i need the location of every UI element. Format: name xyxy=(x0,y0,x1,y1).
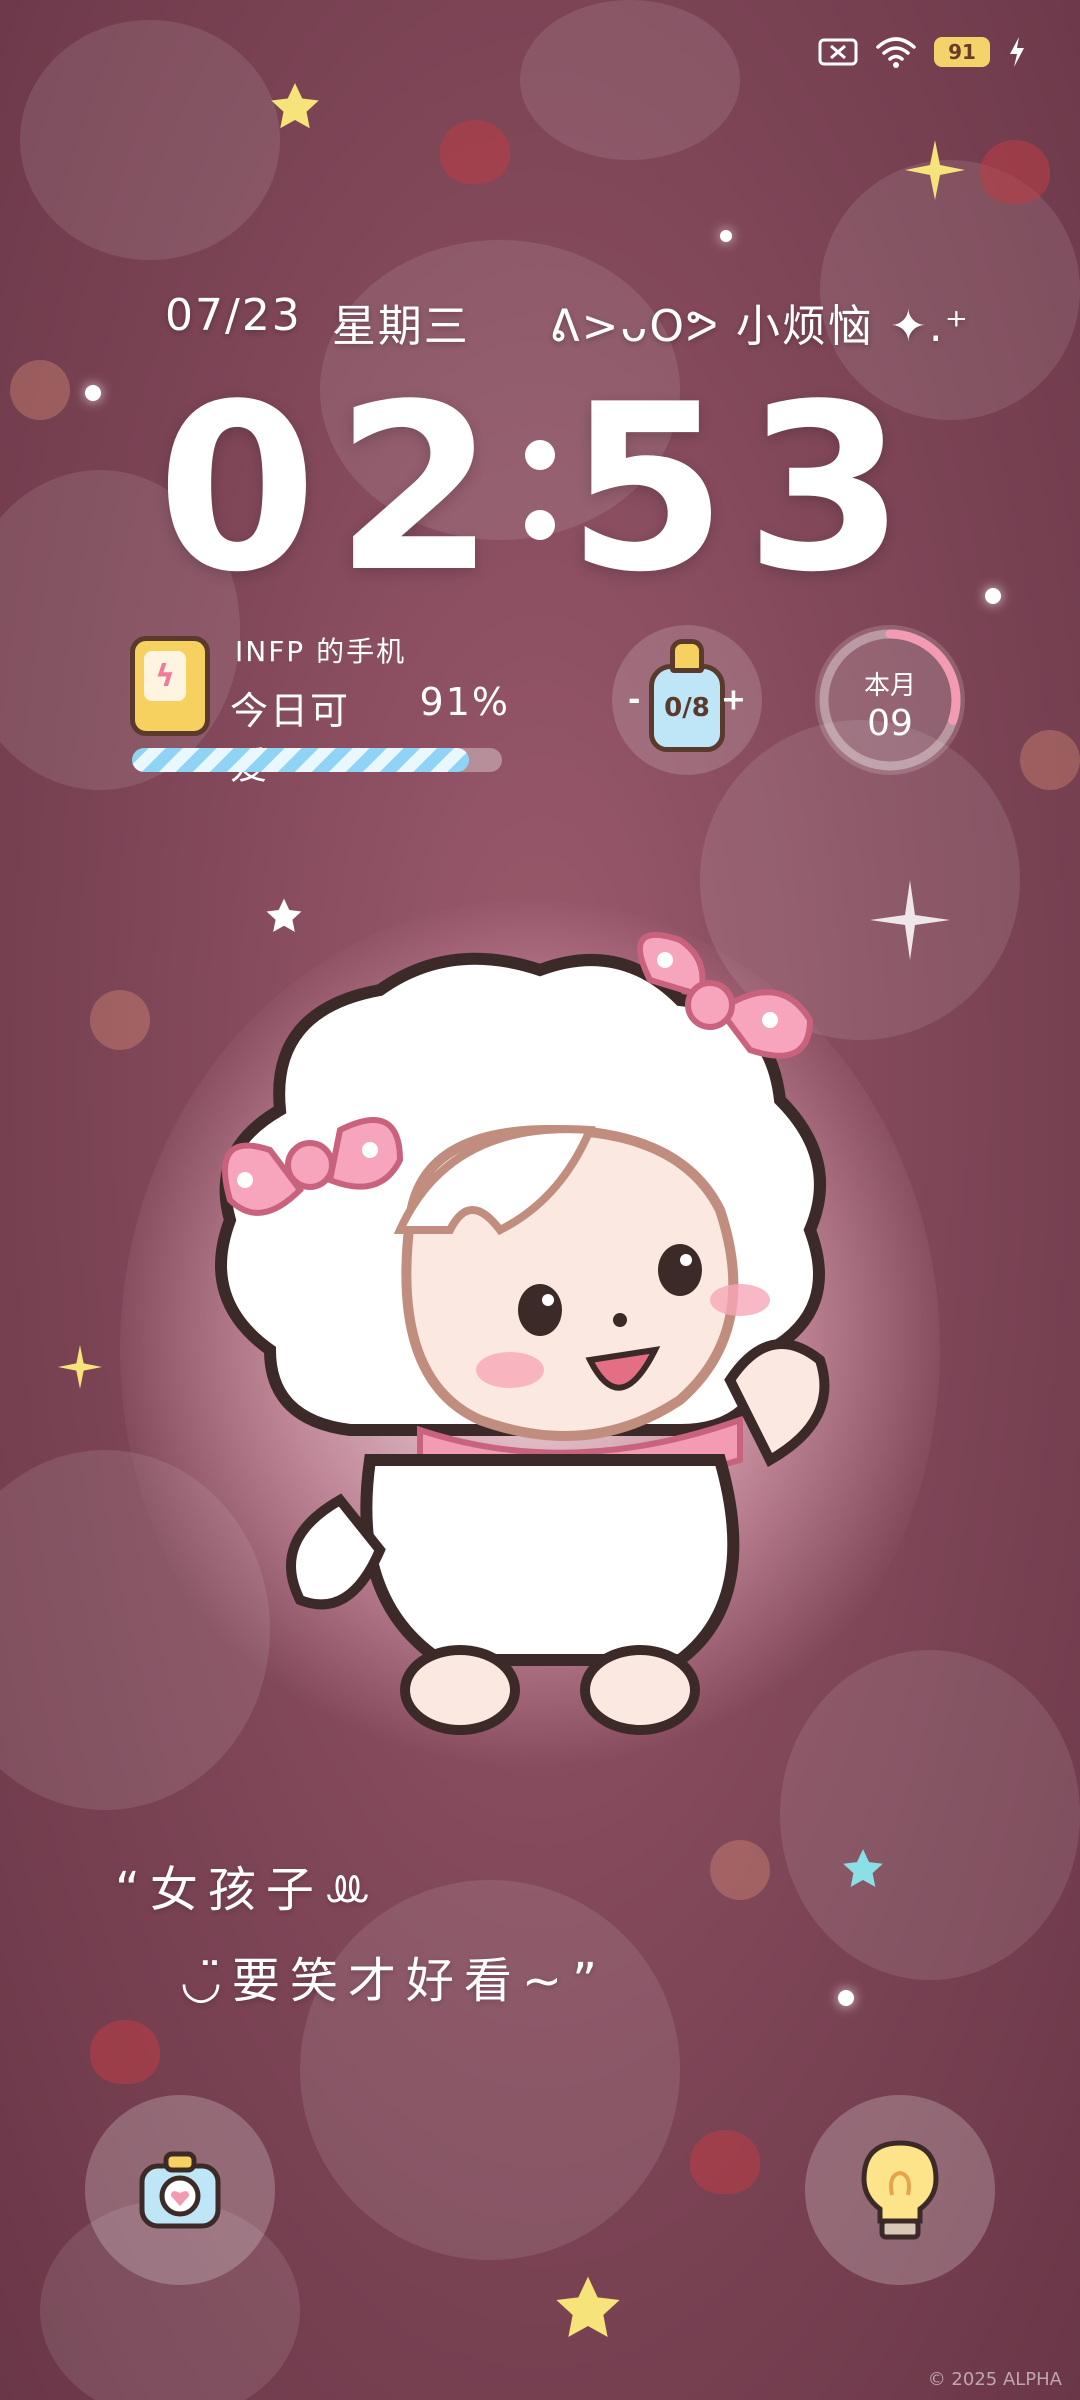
status-bar: 91 xyxy=(818,30,1026,74)
camera-icon xyxy=(139,2151,221,2229)
clock-colon xyxy=(525,440,555,540)
water-bottle-icon: 0/8 xyxy=(649,639,725,752)
flashlight-shortcut-button[interactable] xyxy=(805,2095,995,2285)
sparkle-dot xyxy=(720,230,732,242)
wallpaper-doodle xyxy=(20,20,280,260)
quote-text: “女孩子ꔛ ◡̈要笑才好看~” xyxy=(115,1845,607,2027)
phone-charging-icon: ϟ xyxy=(130,636,210,736)
flower-icon xyxy=(710,1840,770,1900)
battery-progress-fill xyxy=(132,748,469,772)
water-tracker-widget[interactable]: - 0/8 + xyxy=(612,625,762,775)
month-value: 09 xyxy=(867,703,913,744)
battery-icon: 91 xyxy=(934,37,990,67)
wifi-icon xyxy=(876,37,916,68)
date-line: 07/23 星期三 ᕕ>ᴗOᕗ 小烦恼 ✦.⁺ xyxy=(165,290,970,354)
apple-icon xyxy=(980,140,1050,204)
flower-icon xyxy=(1020,730,1080,790)
sparkle-icon xyxy=(905,140,965,200)
phone-battery-widget[interactable]: ϟ INFP 的手机 今日可爱 91% xyxy=(130,630,510,788)
sparkle-dot xyxy=(838,1990,854,2006)
camera-shortcut-button[interactable] xyxy=(85,2095,275,2285)
water-decrement-button[interactable]: - xyxy=(628,683,640,718)
star-icon xyxy=(843,1849,883,1887)
phone-owner-label: INFP 的手机 xyxy=(235,635,407,668)
water-count: 0/8 xyxy=(664,693,710,723)
mood-text: ᕕ>ᴗOᕗ 小烦恼 ✦.⁺ xyxy=(549,301,970,352)
quote-line-1: “女孩子ꔛ xyxy=(115,1862,382,1918)
month-label: 本月 xyxy=(863,671,916,701)
battery-progress-bar xyxy=(132,748,502,772)
battery-level: 91 xyxy=(948,40,976,64)
weekday-text: 星期三 xyxy=(331,301,470,352)
copyright-text: © 2025 ALPHA xyxy=(927,2369,1062,2390)
date-text: 07/23 xyxy=(165,290,302,341)
sparkle-icon xyxy=(58,1345,102,1389)
quote-line-2: ◡̈要笑才好看~” xyxy=(180,1953,607,2010)
lockscreen-clock: 02 53 xyxy=(0,375,1080,605)
charging-bolt-icon xyxy=(1010,37,1024,67)
apple-icon xyxy=(690,2130,760,2194)
phone-battery-percent: 91% xyxy=(419,680,510,724)
phone-mood-row: 今日可爱 91% xyxy=(230,680,510,790)
clock-minutes: 53 xyxy=(567,356,924,623)
signal-off-icon xyxy=(818,38,858,66)
star-icon xyxy=(556,2276,620,2337)
apple-icon xyxy=(90,2020,160,2084)
wallpaper-doodle xyxy=(520,0,740,160)
water-increment-button[interactable]: + xyxy=(721,683,746,718)
phone-mood-label: 今日可爱 xyxy=(230,689,351,788)
clock-hours: 02 xyxy=(156,356,513,623)
flashlight-bulb-icon xyxy=(861,2140,939,2240)
month-progress-widget[interactable]: 本月 09 xyxy=(815,625,965,775)
star-icon xyxy=(271,83,319,129)
lamb-character-illustration xyxy=(120,900,940,1800)
apple-icon xyxy=(440,120,510,184)
